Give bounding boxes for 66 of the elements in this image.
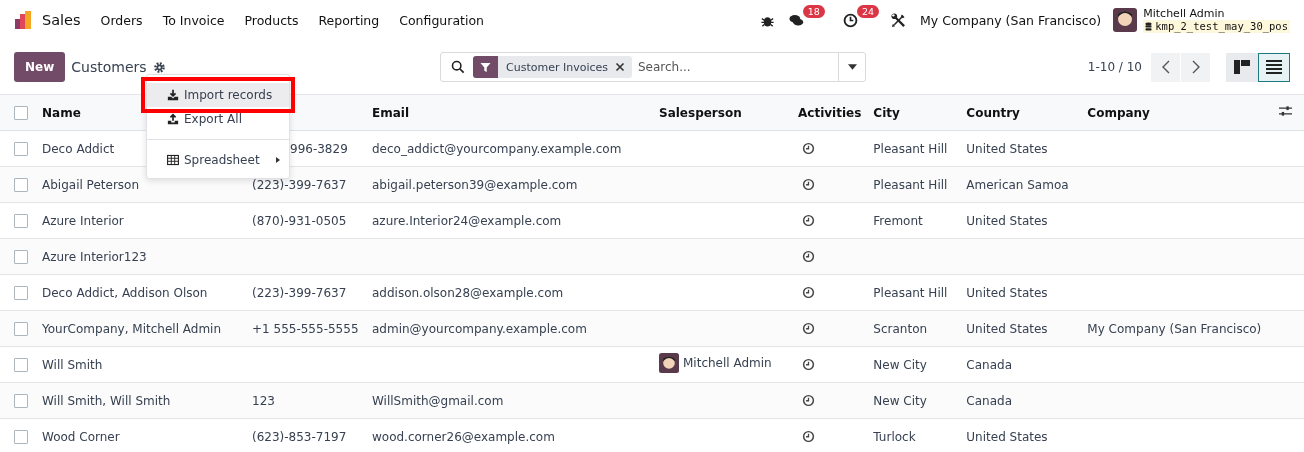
table-cell: United States [966,213,1048,228]
table-cell: Will Smith [42,357,103,372]
table-cell: (870)-931-0505 [252,213,347,228]
table-cell: New City [873,357,927,372]
table-cell: Pleasant Hill [873,177,948,192]
table-cell: American Samoa [966,177,1069,192]
table-cell: +1 555-555-5555 [252,321,359,336]
table-cell: (623)-853-7197 [252,429,347,444]
table-cell: WillSmith@gmail.com [372,393,504,408]
nav-menu-item[interactable]: Orders [100,12,143,28]
table-cell: Canada [966,357,1012,372]
column-header[interactable]: Name [42,105,81,120]
table-cell: Deco Addict [42,141,115,156]
table-cell: (223)-399-7637 [252,177,347,192]
table-cell: Azure Interior [42,213,124,228]
menu-item[interactable]: Export All [147,107,289,131]
pager-value[interactable]: 1-10 / 10 [1087,60,1142,74]
table-cell: Deco Addict, Addison Olson [42,285,208,300]
table-cell: addison.olson28@example.com [372,285,564,300]
new-button[interactable]: New [14,52,66,82]
table-cell-text: 996-3829 [289,141,348,156]
nav-menu-item[interactable]: Products [244,12,299,28]
table-cell: New City [873,393,927,408]
table-cell: azure.Interior24@example.com [372,213,562,228]
table-cell: Scranton [873,321,928,336]
table-cell: deco_addict@yourcompany.example.com [372,141,622,156]
filter-facet: Customer Invoices [505,60,609,74]
user-name[interactable]: Mitchell Admin [1143,7,1290,20]
app-name[interactable]: Sales [42,12,81,28]
nav-menu-item[interactable]: Configuration [399,12,484,28]
table-cell: Pleasant Hill [873,285,948,300]
column-header[interactable]: Company [1087,105,1150,120]
menu-item[interactable]: Spreadsheet [147,148,289,172]
nav-menu-item[interactable]: To Invoice [162,12,225,28]
table-cell: Canada [966,393,1012,408]
table-cell: Turlock [873,429,916,444]
column-header[interactable]: Email [372,105,410,120]
search-field[interactable]: Customer Invoices Search... [440,52,866,82]
table-cell: United States [966,429,1048,444]
table-cell: My Company (San Francisco) [1087,321,1262,336]
table-cell: Azure Interior123 [42,249,147,264]
nav-menu-item[interactable]: Reporting [318,12,380,28]
table-cell: Will Smith, Will Smith [42,393,171,408]
table-cell: United States [966,141,1048,156]
column-header[interactable]: Country [966,105,1020,120]
table-cell: abigail.peterson39@example.com [372,177,578,192]
table-cell: Pleasant Hill [873,141,948,156]
table-cell: 123 [252,393,275,408]
table-cell: YourCompany, Mitchell Admin [42,321,222,336]
table-cell: United States [966,321,1048,336]
column-header[interactable]: City [873,105,900,120]
message-count-badge: 18 [802,4,825,18]
table-cell: Fremont [873,213,923,228]
column-header[interactable]: Activities [798,105,862,120]
table-cell: (223)-399-7637 [252,285,347,300]
table-cell: Mitchell Admin [683,356,772,370]
table-cell: Wood Corner [42,429,120,444]
column-header[interactable]: Salesperson [659,105,742,120]
table-cell: United States [966,285,1048,300]
page-title[interactable]: Customers [71,59,147,75]
table-cell: Abigail Peterson [42,177,140,192]
company-switcher[interactable]: My Company (San Francisco) [920,12,1102,28]
activity-count-badge: 24 [856,4,879,18]
table-cell: wood.corner26@example.com [372,429,555,444]
table-cell: admin@yourcompany.example.com [372,321,587,336]
database-name: kmp_2_test_may_30_pos [1143,20,1290,33]
